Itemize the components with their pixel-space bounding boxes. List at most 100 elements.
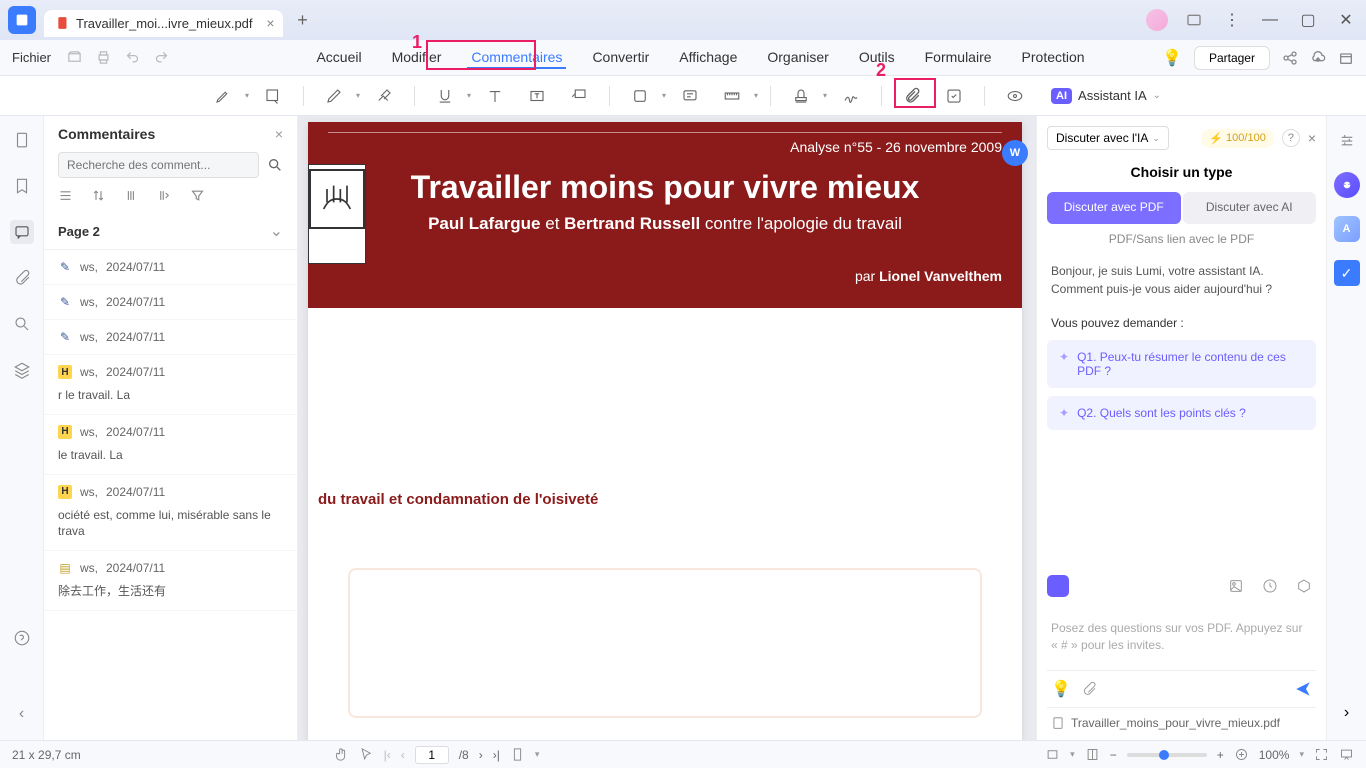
fullscreen-icon[interactable] [1314,747,1329,762]
comment-item[interactable]: Hws,2024/07/11le travail. La [44,415,297,475]
menu-protection[interactable]: Protection [1018,47,1089,69]
filter-collapse-icon[interactable] [157,188,172,203]
comment-item[interactable]: Hws,2024/07/11r le travail. La [44,355,297,415]
document-tab[interactable]: Travailler_moi...ivre_mieux.pdf × [44,10,283,37]
panel-close-button[interactable]: × [275,126,283,142]
menu-convertir[interactable]: Convertir [588,47,653,69]
more-options-icon[interactable]: ⋮ [1220,8,1244,32]
signature-tool[interactable] [833,81,869,111]
presentation-icon[interactable] [1339,747,1354,762]
history-icon[interactable] [1258,574,1282,598]
attachment-tool[interactable] [894,81,930,111]
ai-suggestion-1[interactable]: ✦Q1. Peux-tu résumer le contenu de ces P… [1047,340,1316,388]
stamp-tool[interactable] [783,81,819,111]
check-icon[interactable]: ✓ [1334,260,1360,286]
collapse-right-icon[interactable]: › [1334,700,1360,726]
ai-tab-pdf[interactable]: Discuter avec PDF [1047,192,1181,224]
messages-icon[interactable] [1182,8,1206,32]
document-viewer[interactable]: Analyse n°55 - 26 novembre 2009 Travaill… [298,116,1036,740]
pencil-tool[interactable] [316,81,352,111]
form-tool[interactable] [936,81,972,111]
shape-tool[interactable] [622,81,658,111]
comment-item[interactable]: ▤ws,2024/07/11除去工作，生活还有 [44,551,297,611]
new-tab-button[interactable]: + [291,8,315,32]
send-button[interactable] [1294,680,1312,698]
area-highlight-tool[interactable] [255,81,291,111]
fit-page-icon[interactable] [1234,747,1249,762]
eraser-tool[interactable] [366,81,402,111]
panel-settings-icon[interactable] [1334,128,1360,154]
window-maximize[interactable]: ▢ [1296,8,1320,32]
comment-item[interactable]: Hws,2024/07/11ociété est, comme lui, mis… [44,475,297,552]
page-section-header[interactable]: Page 2 ⌄ [44,213,297,250]
ai-input-placeholder[interactable]: Posez des questions sur vos PDF. Appuyez… [1047,612,1316,662]
layers-icon[interactable] [10,358,34,382]
ai-tab-ai[interactable]: Discuter avec AI [1183,192,1317,224]
measure-tool[interactable] [714,81,750,111]
next-page-icon[interactable]: › [479,748,483,762]
window-minimize[interactable]: — [1258,8,1282,32]
ai-help-icon[interactable]: ? [1282,129,1300,147]
attach-icon[interactable] [1081,681,1097,697]
filter-expand-icon[interactable] [124,188,139,203]
print-icon[interactable] [96,50,111,65]
zoom-out-icon[interactable]: − [1110,748,1117,762]
file-menu[interactable]: Fichier [12,50,51,65]
text-tool[interactable] [477,81,513,111]
scroll-mode-icon[interactable] [510,747,525,762]
settings-small-icon[interactable] [1292,574,1316,598]
tab-close-button[interactable]: × [266,15,274,31]
idea-icon[interactable]: 💡 [1051,679,1071,699]
comment-item[interactable]: ✎ws,2024/07/11 [44,320,297,355]
redo-icon[interactable] [154,50,169,65]
first-page-icon[interactable]: |‹ [384,748,391,762]
page-number-input[interactable] [415,746,449,764]
highlight-tool[interactable] [205,81,241,111]
collapse-left-icon[interactable]: ‹ [10,702,34,726]
bulb-icon[interactable]: 💡 [1162,48,1182,68]
last-page-icon[interactable]: ›| [493,748,500,762]
ai-suggestion-2[interactable]: ✦Q2. Quels sont les points clés ? [1047,396,1316,430]
prev-page-icon[interactable]: ‹ [401,748,405,762]
thumbnails-icon[interactable] [10,128,34,152]
share-link-icon[interactable] [1282,50,1298,66]
zoom-slider[interactable] [1127,753,1207,757]
comments-icon[interactable] [10,220,34,244]
menu-organiser[interactable]: Organiser [763,47,832,69]
box-icon[interactable] [1338,50,1354,66]
comment-item[interactable]: ✎ws,2024/07/11 [44,250,297,285]
note-tool[interactable] [672,81,708,111]
reading-mode-icon[interactable] [1085,747,1100,762]
ai-app-icon[interactable] [1047,575,1069,597]
hand-tool-icon[interactable] [334,747,349,762]
ai-context-file[interactable]: Travailler_moins_pour_vivre_mieux.pdf [1047,707,1316,730]
translate-icon[interactable]: A [1334,216,1360,242]
menu-accueil[interactable]: Accueil [312,47,365,69]
search-icon[interactable] [267,157,283,173]
image-icon[interactable] [1224,574,1248,598]
ai-mode-dropdown[interactable]: Discuter avec l'IA⌄ [1047,126,1169,150]
ai-panel-close[interactable]: × [1308,130,1316,146]
bookmarks-icon[interactable] [10,174,34,198]
window-close[interactable]: ✕ [1334,8,1358,32]
filter-list-icon[interactable] [58,188,73,203]
callout-tool[interactable] [561,81,597,111]
search-sidebar-icon[interactable] [10,312,34,336]
share-button[interactable]: Partager [1194,46,1270,70]
hide-comments-tool[interactable] [997,81,1033,111]
user-avatar[interactable] [1146,9,1168,31]
filter-funnel-icon[interactable] [190,188,205,203]
zoom-in-icon[interactable]: + [1217,748,1224,762]
attachments-icon[interactable] [10,266,34,290]
menu-formulaire[interactable]: Formulaire [921,47,996,69]
help-icon[interactable] [10,626,34,650]
select-tool-icon[interactable] [359,747,374,762]
undo-icon[interactable] [125,50,140,65]
cloud-icon[interactable] [1310,50,1326,66]
ai-assistant-button[interactable]: AI Assistant IA ⌄ [1051,88,1161,104]
menu-commentaires[interactable]: Commentaires [467,47,566,69]
underline-tool[interactable] [427,81,463,111]
textbox-tool[interactable] [519,81,555,111]
comments-search-input[interactable] [58,152,259,178]
ai-tokens-badge[interactable]: ⚡100/100 [1201,129,1273,148]
